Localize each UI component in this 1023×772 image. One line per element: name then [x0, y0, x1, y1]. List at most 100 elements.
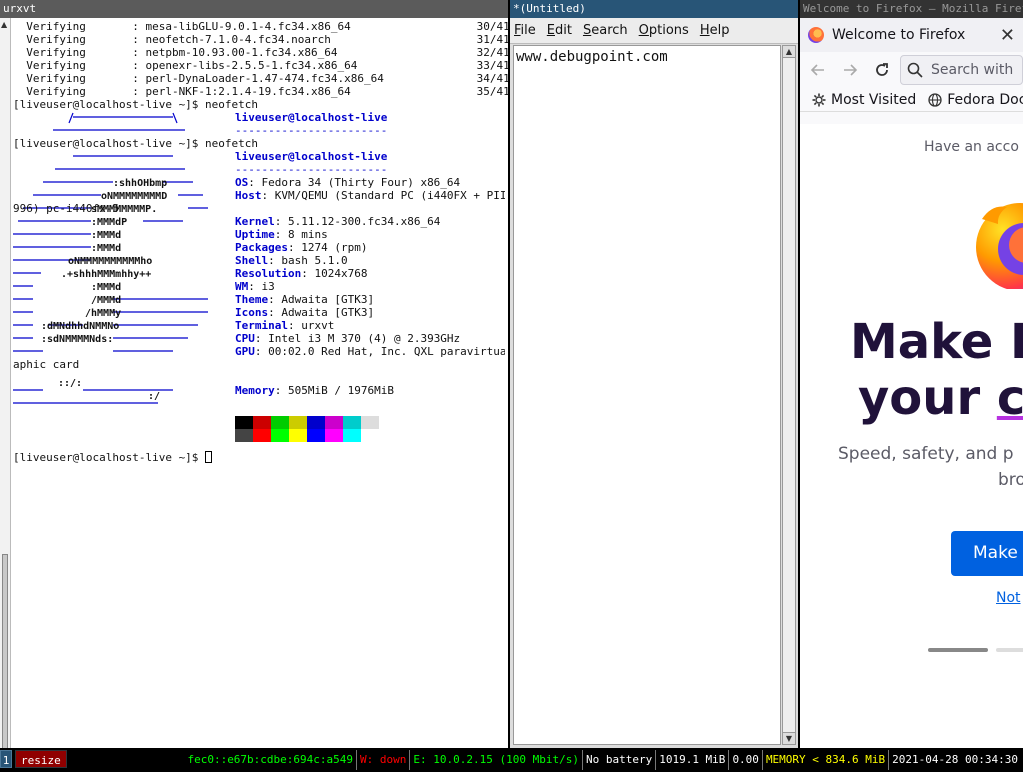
neofetch-info-row: Theme: Adwaita [GTK3] [235, 293, 375, 306]
editor-scrollbar[interactable]: ▲ ▼ [782, 45, 796, 745]
neofetch-info-row: Icons: Adwaita [GTK3] [235, 306, 375, 319]
status-ethernet: E: 10.0.2.15 (100 Mbit/s) [410, 750, 583, 770]
neofetch-info-key: Resolution [235, 267, 302, 280]
terminal-window[interactable]: urxvt ▲ Verifying : mesa-libGLU-9.0.1-4.… [0, 0, 508, 748]
svg-text:/MMMd: /MMMd [91, 295, 121, 306]
workspace-button[interactable]: 1 [0, 750, 12, 768]
terminal-line: Verifying : perl-DynaLoader-1.47-474.fc3… [13, 72, 508, 85]
neofetch-info-key: Packages [235, 241, 288, 254]
neofetch-info-key: Host [235, 189, 262, 202]
svg-text:oNMMMMMMMMMMho: oNMMMMMMMMMMho [68, 256, 152, 267]
color-swatch [325, 429, 343, 442]
menu-search[interactable]: Search [583, 23, 628, 38]
neofetch-info-key: GPU [235, 345, 255, 358]
terminal-line: Verifying : netpbm-10.93.00-1.fc34.x86_6… [13, 46, 508, 59]
scroll-down-icon[interactable]: ▼ [783, 732, 795, 744]
terminal-titlebar[interactable]: urxvt [0, 0, 508, 18]
terminal-body[interactable]: ▲ Verifying : mesa-libGLU-9.0.1-4.fc34.x… [0, 18, 508, 748]
welcome-subtitle-1: Speed, safety, and p [838, 444, 1014, 464]
bookmark-most-visited[interactable]: Most Visited [812, 92, 916, 108]
welcome-headline-2: your c [858, 370, 1023, 426]
neofetch-info-row: Terminal: urxvt [235, 319, 335, 332]
neofetch-info-row: OS: Fedora 34 (Thirty Four) x86_64 [235, 176, 461, 189]
neofetch-info-value: 8 mins [288, 228, 328, 241]
neofetch-info-value: 5.11.12-300.fc34.x86_64 [288, 215, 441, 228]
neofetch-info-key: Icons [235, 306, 269, 319]
color-swatch [253, 429, 271, 442]
status-ipv6: fec0::e67b:cdbe:694c:a549 [184, 750, 358, 770]
welcome-headline-1: Make I [850, 314, 1023, 370]
color-swatch [289, 429, 307, 442]
neofetch-info-row: Kernel: 5.11.12-300.fc34.x86_64 [235, 215, 441, 228]
neofetch-info-value: bash 5.1.0 [281, 254, 348, 267]
neofetch-info-key: Uptime [235, 228, 275, 241]
neofetch-info-value: i3 [261, 280, 275, 293]
svg-text::MMMd: :MMMd [91, 230, 121, 241]
firefox-window[interactable]: Welcome to Firefox — Mozilla Firefox Wel… [800, 0, 1023, 748]
scroll-up-icon[interactable]: ▲ [1, 20, 7, 29]
terminal-scrollbar-thumb[interactable] [2, 554, 8, 748]
terminal-line: Verifying : perl-NKF-1:2.1.4-19.fc34.x86… [13, 85, 508, 98]
neofetch-info-value: 00:02.0 Red Hat, Inc. QXL paravirtual gr [268, 345, 505, 358]
menu-help[interactable]: Help [700, 23, 730, 38]
neofetch-info-value: 996) pc-i440fx-5 [13, 202, 119, 215]
svg-text::MMMdP: :MMMdP [91, 217, 127, 228]
neofetch-info-key: Theme [235, 293, 269, 306]
svg-text::MMMd: :MMMd [91, 243, 121, 254]
step-indicator-active [928, 648, 988, 652]
color-swatch [343, 429, 361, 442]
menu-options[interactable]: Options [639, 23, 689, 38]
forward-button[interactable] [836, 56, 864, 84]
svg-text::/: :/ [148, 391, 160, 402]
editor-titlebar[interactable]: *(Untitled) [510, 0, 798, 18]
neofetch-info-value: 1274 (rpm) [301, 241, 368, 254]
neofetch-info-value: Intel i3 M 370 (4) @ 2.393GHz [268, 332, 461, 345]
neofetch-info-row: Host: KVM/QEMU (Standard PC (i440FX + PI… [235, 189, 505, 202]
firefox-tab[interactable]: Welcome to Firefox ✕ [800, 18, 1023, 52]
editor-menubar: File Edit Search Options Help [510, 18, 798, 44]
terminal-final-prompt[interactable]: [liveuser@localhost-live ~]$ [13, 451, 213, 464]
bookmarks-toolbar: Most Visited Fedora Doc [800, 88, 1023, 112]
color-swatch [253, 416, 271, 429]
search-input[interactable]: Search with [900, 55, 1023, 85]
fedora-ascii-logo: :shhOHbmp oNMMMMMMMMD sMMMMMMMMP. :MMMdP… [13, 150, 223, 410]
reload-button[interactable] [868, 56, 896, 84]
svg-text::dMNdhhdNMMNo: :dMNdhhdNMMNo [41, 321, 119, 332]
neofetch-info-row: Memory: 505MiB / 1976MiB [235, 384, 394, 397]
terminal-scrollbar[interactable]: ▲ [0, 18, 11, 748]
menu-edit[interactable]: Edit [547, 23, 572, 38]
neofetch-first-header: liveuser@localhost-live ----------------… [235, 111, 388, 137]
color-swatch [343, 416, 361, 429]
neofetch-info-row: Packages: 1274 (rpm) [235, 241, 368, 254]
text-editor-window[interactable]: *(Untitled) File Edit Search Options Help ww… [510, 0, 798, 748]
welcome-subtitle-2: bro [998, 470, 1023, 490]
firefox-welcome-page: Have an acco Make I your c Speed, safety… [800, 124, 1023, 748]
editor-text-area[interactable]: www.debugpoint.com [513, 45, 781, 745]
firefox-logo-icon [808, 27, 824, 43]
tab-title: Welcome to Firefox [832, 27, 966, 43]
firefox-titlebar[interactable]: Welcome to Firefox — Mozilla Firefox [800, 0, 1023, 18]
color-swatch [325, 416, 343, 429]
forward-arrow-icon [844, 64, 858, 76]
i3-status-bar: 1 resize fec0::e67b:cdbe:694c:a549 W: do… [0, 748, 1023, 772]
fedora-ascii-logo-partial [13, 111, 213, 137]
neofetch-info-row: WM: i3 [235, 280, 275, 293]
make-default-button[interactable]: Make [951, 531, 1023, 576]
bookmark-fedora-docs[interactable]: Fedora Doc [928, 92, 1023, 108]
svg-text:::/:: ::/: [58, 378, 82, 389]
svg-text::MMMd: :MMMd [91, 282, 121, 293]
neofetch-user-host: liveuser@localhost-live [235, 150, 388, 163]
svg-text:.+shhhMMMmhhy++: .+shhhMMMmhhy++ [61, 269, 151, 280]
search-placeholder: Search with [931, 62, 1014, 78]
scroll-up-icon[interactable]: ▲ [783, 46, 795, 58]
back-button[interactable] [804, 56, 832, 84]
neofetch-info-row: aphic card [13, 358, 505, 371]
neofetch-info-key: Terminal [235, 319, 288, 332]
close-icon[interactable]: ✕ [1000, 25, 1015, 46]
menu-file[interactable]: File [514, 23, 536, 38]
status-memory: MEMORY < 834.6 MiB [763, 750, 890, 770]
neofetch-info-row: CPU: Intel i3 M 370 (4) @ 2.393GHz [235, 332, 461, 345]
not-now-link[interactable]: Not [996, 590, 1021, 606]
neofetch-info-key: OS [235, 176, 249, 189]
account-prompt: Have an acco [924, 139, 1019, 155]
